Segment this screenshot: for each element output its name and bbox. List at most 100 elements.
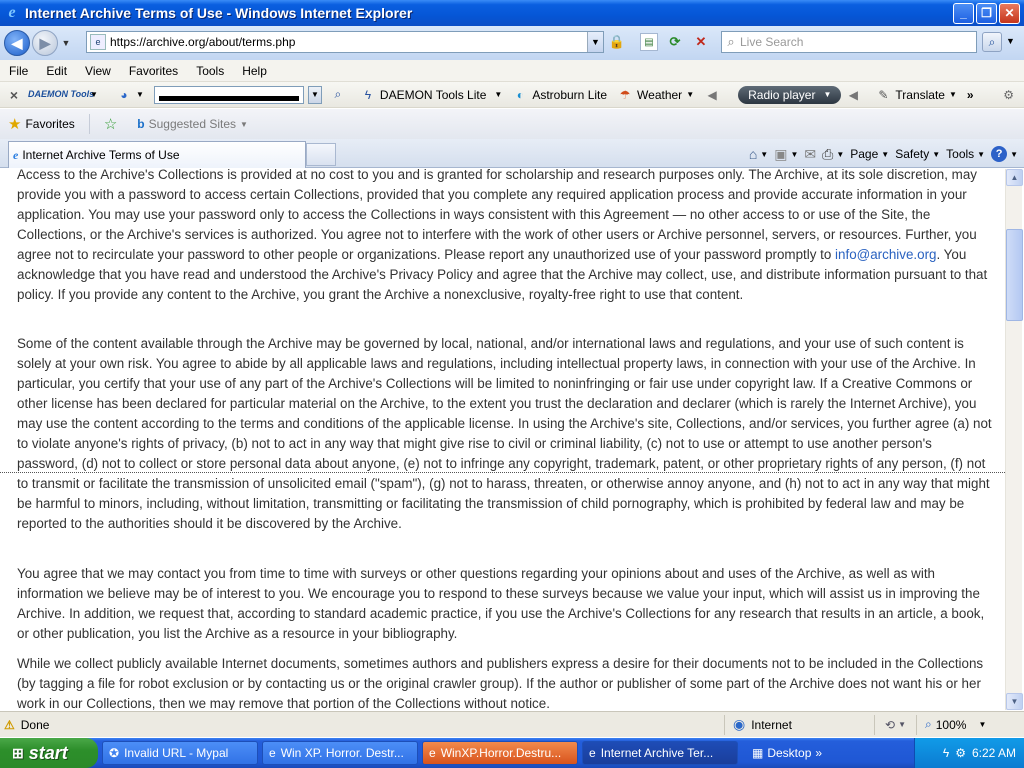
tools-menu-button[interactable]: Tools ▼: [946, 147, 985, 161]
scroll-thumb[interactable]: [1006, 229, 1023, 321]
zoom-button[interactable]: ⌕ 100% ▼: [916, 714, 986, 735]
contact-email-link[interactable]: info@archive.org: [835, 247, 936, 262]
address-dropdown[interactable]: ▼: [587, 32, 603, 52]
translate-button[interactable]: ✎ Translate ▼: [875, 87, 957, 103]
toolbar-search-icon[interactable]: ⌕: [330, 87, 350, 103]
radio-player-button[interactable]: Radio player ▼: [738, 85, 842, 104]
maximize-button[interactable]: ❐: [976, 2, 997, 24]
forward-button[interactable]: ▶: [32, 30, 58, 56]
toolbar-row: × DAEMON Tools ▼ ◕ ▼ ▼ ⌕ ϟ DAEMON Tools L…: [0, 82, 1024, 108]
protected-mode-button[interactable]: ⟲ ▼: [874, 714, 916, 735]
toolbar-settings-icon[interactable]: ⚙: [1003, 88, 1014, 102]
weather-icon: ☂: [619, 87, 631, 102]
scroll-up-button[interactable]: ▲: [1006, 169, 1023, 186]
weather-button[interactable]: ☂ Weather ▼: [617, 87, 694, 103]
taskbar-item-mypal[interactable]: ✪ Invalid URL - Mypal: [102, 741, 258, 765]
radio-prev-icon[interactable]: ◀: [704, 87, 724, 103]
daemon-tools-logo[interactable]: DAEMON Tools: [28, 90, 94, 99]
taskbar-item-internet-archive[interactable]: e Internet Archive Ter...: [582, 741, 738, 765]
recent-pages-dropdown[interactable]: ▼: [60, 38, 72, 48]
favorites-bar: ★ Favorites ☆ b Suggested Sites ▼: [0, 109, 1024, 139]
menu-bar: File Edit View Favorites Tools Help: [0, 60, 1024, 82]
vertical-scrollbar[interactable]: ▲ ▼: [1005, 169, 1023, 710]
terms-paragraph-laws: Some of the content available through th…: [17, 336, 992, 531]
tab-ie-icon: e: [13, 147, 19, 162]
search-options-dropdown[interactable]: ▼: [1006, 36, 1015, 46]
lightning-icon: ϟ: [364, 87, 372, 102]
title-bar: e Internet Archive Terms of Use - Window…: [0, 0, 1024, 26]
internet-zone-globe-icon: ◉: [733, 716, 746, 732]
zoom-icon: ⌕: [925, 717, 932, 731]
menu-edit[interactable]: Edit: [37, 64, 76, 78]
menu-favorites[interactable]: Favorites: [120, 64, 187, 78]
lock-icon[interactable]: 🔒: [608, 33, 626, 51]
scroll-down-button[interactable]: ▼: [1006, 693, 1023, 710]
home-icon: ⌂: [748, 146, 758, 162]
rss-icon: ▣: [774, 145, 788, 162]
protected-mode-icon: ⟲: [885, 717, 896, 732]
toolbar-search-dropdown[interactable]: ▼: [307, 85, 322, 104]
read-mail-button[interactable]: ✉: [804, 146, 816, 163]
address-url[interactable]: https://archive.org/about/terms.php: [110, 35, 587, 49]
favorites-star-icon: ★: [8, 116, 22, 133]
safety-menu-button[interactable]: Safety ▼: [895, 147, 940, 161]
suggested-sites-button[interactable]: b Suggested Sites ▼: [129, 117, 256, 131]
page-content: Access to the Archive's Collections is p…: [0, 169, 1005, 710]
favorites-button[interactable]: ★ Favorites: [0, 115, 83, 133]
menu-help[interactable]: Help: [233, 64, 276, 78]
ie-task-icon: e: [589, 746, 596, 760]
flame-icon: ◐: [516, 87, 524, 102]
daemon-dropdown[interactable]: ▼: [86, 87, 106, 103]
astroburn-lite-button[interactable]: ◐ Astroburn Lite: [512, 87, 607, 103]
clock[interactable]: 6:22 AM: [972, 746, 1016, 760]
taskbar-item-winxp-horror-2[interactable]: e WinXP.Horror.Destru...: [422, 741, 578, 765]
search-box[interactable]: ⌕ Live Search: [721, 31, 977, 53]
terms-paragraph-removal: While we collect publicly available Inte…: [17, 656, 984, 710]
tray-icon-1[interactable]: ϟ: [943, 746, 949, 760]
search-placeholder[interactable]: Live Search: [740, 35, 803, 49]
daemon-tools-lite-button[interactable]: ϟ DAEMON Tools Lite ▼: [360, 87, 503, 103]
tray-icon-2[interactable]: ⚙: [955, 746, 966, 760]
navigation-bar: ◀ ▶ ▼ e https://archive.org/about/terms.…: [0, 26, 1024, 60]
radio-volume-icon[interactable]: ◀: [845, 87, 865, 103]
back-button[interactable]: ◀: [4, 30, 30, 56]
more-toolbar-chevron-icon[interactable]: »: [967, 88, 974, 102]
taskbar-item-winxp-horror-1[interactable]: e Win XP. Horror. Destr...: [262, 741, 418, 765]
address-bar[interactable]: e https://archive.org/about/terms.php ▼: [86, 31, 604, 53]
bing-icon: b: [137, 117, 145, 131]
page-icon: e: [90, 34, 106, 50]
add-to-favorites-bar-icon[interactable]: ☆: [96, 115, 129, 133]
tab-internet-archive[interactable]: e Internet Archive Terms of Use: [8, 141, 306, 168]
stop-icon[interactable]: ✕: [692, 33, 710, 51]
command-bar: ⌂ ▼ ▣ ▼ ✉ ⎙ ▼ Page ▼ Safety ▼ Tools ▼ ? ▼: [749, 141, 1018, 167]
new-tab-button[interactable]: [306, 143, 336, 166]
print-button[interactable]: ⎙ ▼: [822, 146, 844, 163]
refresh-icon[interactable]: ⟳: [666, 33, 684, 51]
windows-flag-icon: ⊞: [12, 744, 24, 761]
help-icon: ?: [991, 146, 1008, 162]
terms-paragraph-surveys: You agree that we may contact you from t…: [17, 566, 985, 641]
security-zone[interactable]: ◉ Internet: [724, 714, 874, 735]
toolbar-search-input[interactable]: [153, 85, 304, 104]
focus-dotted-line: [0, 472, 1005, 473]
mail-icon: ✉: [804, 145, 817, 162]
terms-paragraph-access: Access to the Archive's Collections is p…: [17, 169, 988, 302]
home-button[interactable]: ⌂ ▼: [749, 146, 768, 162]
compatibility-view-icon[interactable]: ▤: [640, 33, 658, 51]
feeds-button[interactable]: ▣ ▼: [774, 146, 798, 163]
minimize-button[interactable]: _: [953, 2, 974, 24]
window-title: Internet Archive Terms of Use - Windows …: [25, 5, 413, 21]
desktop-toolbar[interactable]: ▦ Desktop »: [752, 746, 822, 760]
menu-tools[interactable]: Tools: [187, 64, 233, 78]
menu-view[interactable]: View: [76, 64, 120, 78]
status-bar: ⚠ Done ◉ Internet ⟲ ▼ ⌕ 100% ▼: [0, 711, 1024, 737]
page-menu-button[interactable]: Page ▼: [850, 147, 889, 161]
globe-icon[interactable]: ◕ ▼: [116, 87, 144, 103]
ie-task-icon: e: [269, 746, 276, 760]
help-button[interactable]: ? ▼: [991, 146, 1018, 162]
start-button[interactable]: ⊞ start: [0, 738, 98, 768]
close-toolbar-icon[interactable]: ×: [0, 87, 28, 103]
close-button[interactable]: ✕: [999, 2, 1020, 24]
menu-file[interactable]: File: [0, 64, 37, 78]
search-button[interactable]: ⌕: [982, 32, 1002, 52]
